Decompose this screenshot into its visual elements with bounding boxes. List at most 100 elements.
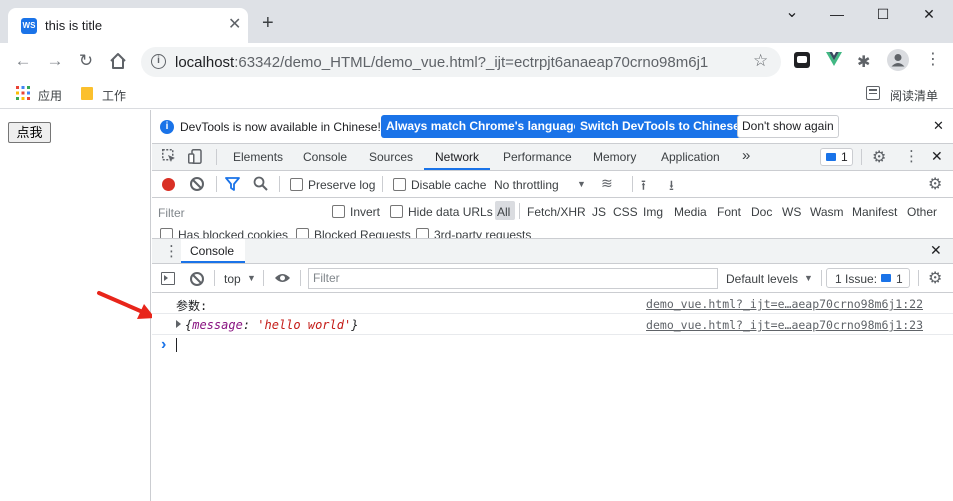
close-devtools-icon[interactable]: ✕ (931, 148, 943, 165)
drawer-tab-console[interactable]: Console (190, 244, 234, 258)
window-close-button[interactable]: ✕ (919, 6, 939, 23)
record-icon[interactable] (162, 178, 175, 191)
tab-performance[interactable]: Performance (503, 150, 572, 164)
reading-list-label[interactable]: 阅读清单 (890, 87, 938, 104)
divider (263, 270, 264, 286)
reload-icon[interactable]: ↻ (76, 51, 96, 71)
type-filter-other[interactable]: Other (907, 205, 937, 219)
type-filter-img[interactable]: Img (643, 205, 663, 219)
extensions-puzzle-icon[interactable]: ✱ (857, 52, 870, 72)
console-message-row: {message: 'hello world'} demo_vue.html?_… (152, 314, 953, 335)
more-tabs-icon[interactable]: » (742, 147, 750, 164)
profile-avatar-icon[interactable] (887, 49, 909, 71)
site-info-icon[interactable]: i (151, 54, 166, 69)
has-blocked-cookies-checkbox[interactable] (160, 228, 173, 238)
issues-badge-button[interactable]: 1 (820, 148, 853, 166)
type-filter-fetch-xhr[interactable]: Fetch/XHR (527, 205, 586, 219)
console-filter-input[interactable]: Filter (308, 268, 718, 289)
back-icon[interactable]: ← (13, 51, 33, 71)
context-select[interactable]: top (224, 272, 241, 286)
console-drawer-tabs: ⋮ Console ✕ (152, 238, 953, 264)
devtools-panel: i DevTools is now available in Chinese! … (152, 110, 953, 501)
clear-icon[interactable] (190, 177, 204, 191)
console-message-source-link[interactable]: demo_vue.html?_ijt=e…aeap70crno98m6j1:23 (646, 318, 923, 332)
customize-menu-icon[interactable]: ⋮ (904, 147, 919, 165)
tab-network[interactable]: Network (435, 150, 479, 164)
show-sidebar-icon[interactable] (161, 272, 175, 285)
browser-tab[interactable]: WS this is title ✕ (8, 8, 248, 43)
throttling-select[interactable]: No throttling (494, 178, 559, 192)
expand-object-triangle-icon[interactable] (176, 320, 181, 328)
bookmark-work-folder[interactable]: 工作 (102, 87, 126, 104)
chrome-menu-icon[interactable]: ⋮ (925, 51, 941, 69)
close-infobar-icon[interactable]: ✕ (933, 118, 944, 134)
filter-funnel-icon[interactable] (225, 177, 240, 194)
hide-data-urls-checkbox[interactable] (390, 205, 403, 218)
import-har-icon[interactable]: ⭱ (641, 175, 646, 199)
has-blocked-cookies-label: Has blocked cookies (178, 228, 289, 238)
network-conditions-wifi-icon[interactable]: ≋ (601, 175, 613, 192)
tab-elements[interactable]: Elements (233, 150, 283, 164)
extension-icon[interactable] (794, 52, 810, 68)
console-settings-gear-icon[interactable]: ⚙ (928, 268, 942, 288)
type-filter-css[interactable]: CSS (613, 205, 638, 219)
invert-checkbox[interactable] (332, 205, 345, 218)
inspect-element-icon[interactable] (162, 149, 176, 163)
device-toolbar-icon[interactable] (188, 149, 202, 164)
type-filter-font[interactable]: Font (717, 205, 741, 219)
language-infobar: i DevTools is now available in Chinese! … (152, 110, 953, 144)
vue-devtools-icon[interactable] (826, 52, 842, 69)
type-filter-ws[interactable]: WS (782, 205, 801, 219)
network-filter-input[interactable]: Filter (158, 206, 318, 224)
console-message-row: 参数: demo_vue.html?_ijt=e…aeap70crno98m6j… (152, 293, 953, 314)
third-party-checkbox[interactable] (416, 228, 429, 238)
apps-grid-icon[interactable] (16, 86, 30, 100)
address-bar[interactable]: i localhost:63342/demo_HTML/demo_vue.htm… (141, 47, 781, 77)
match-language-button[interactable]: Always match Chrome's language (381, 115, 586, 138)
red-arrow-annotation (97, 291, 155, 319)
dont-show-again-button[interactable]: Don't show again (737, 115, 839, 138)
type-filter-wasm[interactable]: Wasm (810, 205, 844, 219)
console-issues-button[interactable]: 1 Issue: 1 (826, 268, 910, 288)
forward-icon[interactable]: → (45, 51, 65, 71)
network-settings-gear-icon[interactable]: ⚙ (928, 174, 942, 194)
disable-cache-checkbox[interactable] (393, 178, 406, 191)
divider (300, 270, 301, 286)
switch-to-chinese-button[interactable]: Switch DevTools to Chinese (575, 115, 745, 138)
minimize-button[interactable]: — (827, 6, 847, 22)
click-me-button[interactable]: 点我 (8, 122, 51, 143)
log-levels-select[interactable]: Default levels (726, 272, 798, 286)
maximize-button[interactable]: ☐ (873, 6, 893, 23)
reading-list-icon[interactable] (866, 86, 880, 100)
settings-gear-icon[interactable]: ⚙ (872, 147, 886, 167)
tab-sources[interactable]: Sources (369, 150, 413, 164)
type-filter-all[interactable]: All (497, 205, 510, 219)
type-filter-js[interactable]: JS (592, 205, 606, 219)
preserve-log-checkbox[interactable] (290, 178, 303, 191)
console-message-source-link[interactable]: demo_vue.html?_ijt=e…aeap70crno98m6j1:22 (646, 297, 923, 311)
clear-console-icon[interactable] (190, 272, 204, 286)
live-expression-eye-icon[interactable] (274, 272, 291, 287)
tab-console[interactable]: Console (303, 150, 347, 164)
console-prompt-chevron-icon: › (161, 336, 167, 353)
drawer-menu-icon[interactable]: ⋮ (164, 242, 179, 260)
tab-memory[interactable]: Memory (593, 150, 636, 164)
home-icon[interactable] (108, 51, 128, 71)
tab-search-icon[interactable]: ⌄ (782, 2, 802, 22)
export-har-icon[interactable]: ⭳ (669, 175, 674, 199)
dropdown-arrow-icon: ▼ (577, 179, 586, 189)
type-filter-media[interactable]: Media (674, 205, 707, 219)
search-icon[interactable] (253, 176, 268, 194)
blocked-requests-checkbox[interactable] (296, 228, 309, 238)
new-tab-button[interactable]: + (262, 13, 274, 33)
close-tab-icon[interactable]: ✕ (228, 16, 241, 34)
type-filter-manifest[interactable]: Manifest (852, 205, 897, 219)
console-object-preview[interactable]: {message: 'hello world'} (185, 318, 358, 332)
type-filter-doc[interactable]: Doc (751, 205, 772, 219)
tab-application[interactable]: Application (661, 150, 720, 164)
close-drawer-icon[interactable]: ✕ (930, 242, 942, 259)
console-prompt-row[interactable]: › (152, 335, 953, 357)
bookmark-star-icon[interactable]: ☆ (753, 51, 768, 71)
divider (382, 176, 383, 192)
bookmark-apps[interactable]: 应用 (38, 87, 62, 104)
